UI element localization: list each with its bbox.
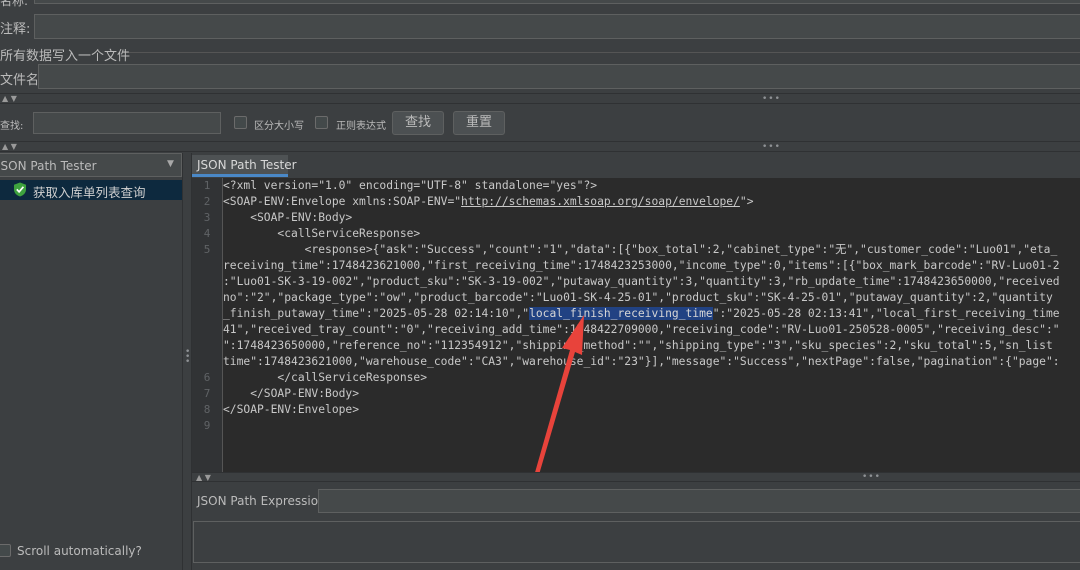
line-number: 5	[203, 243, 211, 256]
comment-input[interactable]	[34, 14, 1080, 39]
json-path-expression-label: JSON Path Expression	[197, 494, 326, 508]
json-path-expression-input[interactable]	[318, 489, 1080, 513]
splitter-grip-1[interactable]: •••	[762, 95, 781, 104]
code-line: :"Luo01-SK-3-19-002","product_sku":"SK-3…	[223, 275, 1060, 288]
line-numbers: 1 2 3 4 5 6 7 8 9	[192, 178, 222, 434]
line-number: 1	[203, 179, 211, 192]
line-number: 4	[203, 227, 211, 240]
tree-item-row[interactable]: 获取入库单列表查询	[0, 180, 182, 200]
code-line: no":"2","package_type":"ow","product_bar…	[223, 291, 1053, 304]
reset-button[interactable]: 重置	[453, 111, 505, 135]
code-line: </SOAP-ENV:Body>	[223, 387, 360, 400]
right-tab[interactable]: JSON Path Tester	[192, 155, 297, 177]
line-number: 6	[203, 371, 211, 384]
comment-label: 注释:	[0, 22, 31, 37]
filename-label: 文件名	[0, 73, 40, 88]
dropdown-arrow-icon[interactable]: ▼	[167, 159, 174, 169]
divider-3[interactable]	[192, 472, 1080, 482]
divider-2[interactable]	[0, 141, 1080, 152]
code-line: <?xml version="1.0" encoding="UTF-8" sta…	[223, 179, 598, 192]
regex-checkbox[interactable]	[315, 116, 328, 129]
line-number	[192, 354, 222, 370]
line-number: 3	[203, 211, 211, 224]
line-number	[192, 274, 222, 290]
line-number	[192, 290, 222, 306]
line-number	[192, 306, 222, 322]
collapse-arrows-2[interactable]: ▲ ▼	[2, 143, 17, 151]
annotation-arrow	[534, 315, 584, 478]
code-text: ":"2025-05-28 02:13:41","local_first_rec…	[712, 307, 1060, 320]
result-area[interactable]	[193, 521, 1080, 563]
divider-1[interactable]	[0, 93, 1080, 104]
shield-check-icon	[13, 182, 27, 200]
code-line: <response>{"ask":"Success","count":"1","…	[223, 243, 1058, 256]
code-line: </SOAP-ENV:Envelope>	[223, 403, 360, 416]
find-button[interactable]: 查找	[392, 111, 444, 135]
code-editor[interactable]: 1 2 3 4 5 6 7 8 9 <?xml version="1.0" en…	[192, 178, 1080, 472]
vertical-splitter-grip[interactable]: • • •	[185, 348, 190, 367]
code-lines: <?xml version="1.0" encoding="UTF-8" sta…	[223, 178, 1080, 434]
filename-input[interactable]	[38, 64, 1080, 89]
line-number: 2	[203, 195, 211, 208]
splitter-grip-2[interactable]: •••	[762, 143, 781, 152]
namespace-link[interactable]: http://schemas.xmlsoap.org/soap/envelope…	[461, 195, 740, 208]
regex-label: 正则表达式	[336, 121, 386, 132]
scroll-automatically-label: Scroll automatically?	[17, 544, 142, 558]
line-number	[192, 322, 222, 338]
search-label: 查找:	[0, 121, 24, 132]
collapse-arrows-1[interactable]: ▲ ▼	[2, 95, 17, 103]
view-type-dropdown[interactable]: JSON Path Tester ▼	[0, 153, 182, 177]
line-number	[192, 338, 222, 354]
name-label: 名称:	[0, 0, 29, 8]
left-panel: JSON Path Tester ▼ 获取入库单列表查询 Scroll auto…	[0, 153, 182, 570]
splitter-grip-3[interactable]: •••	[862, 473, 881, 482]
code-text: <SOAP-ENV:Envelope xmlns:SOAP-ENV="	[223, 195, 462, 208]
case-sensitive-label: 区分大小写	[254, 121, 304, 132]
code-line: _finish_putaway_time":"2025-05-28 02:14:…	[223, 306, 1080, 322]
code-text: ">	[739, 195, 754, 208]
write-all-label: 所有数据写入一个文件	[0, 49, 131, 64]
search-input[interactable]	[33, 112, 221, 134]
line-number: 8	[203, 403, 211, 416]
case-sensitive-checkbox[interactable]	[234, 116, 247, 129]
scroll-automatically-checkbox[interactable]	[0, 544, 11, 557]
code-text: _finish_putaway_time":"2025-05-28 02:14:…	[223, 307, 530, 320]
tree-item-label: 获取入库单列表查询	[33, 185, 146, 200]
code-line: time":1748423621000,"warehouse_code":"CA…	[223, 355, 1060, 368]
name-input[interactable]	[34, 0, 1080, 4]
code-line: <SOAP-ENV:Body>	[223, 211, 353, 224]
collapse-arrows-3[interactable]: ▲ ▼	[196, 474, 211, 482]
right-tab-label: JSON Path Tester	[197, 158, 297, 172]
line-number	[192, 258, 222, 274]
code-line: <SOAP-ENV:Envelope xmlns:SOAP-ENV="http:…	[223, 194, 1080, 210]
line-number: 7	[203, 387, 211, 400]
code-line: <callServiceResponse>	[223, 227, 421, 240]
write-all-border	[122, 52, 1080, 53]
code-line: ":1748423650000,"reference_no":"11235491…	[223, 339, 1053, 352]
code-line: receiving_time":1748423621000,"first_rec…	[223, 259, 1060, 272]
code-line: </callServiceResponse>	[223, 371, 428, 384]
line-number: 9	[203, 419, 211, 432]
code-line: 41","received_tray_count":"0","receiving…	[223, 323, 1060, 336]
view-type-value: JSON Path Tester	[0, 159, 97, 173]
